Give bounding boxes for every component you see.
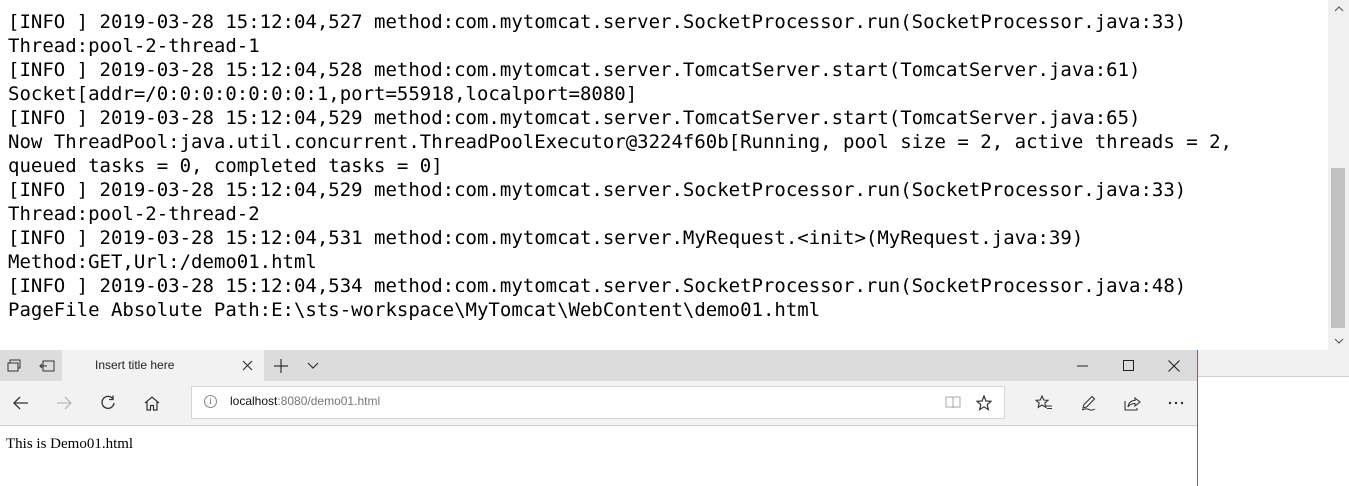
address-bar[interactable]: i localhost:8080/demo01.html bbox=[191, 386, 1005, 419]
log-line: [INFO ] 2019-03-28 15:12:04,534 method:c… bbox=[8, 275, 1187, 297]
background-area bbox=[1198, 350, 1349, 486]
back-arrow-icon[interactable] bbox=[2, 381, 38, 425]
address-url[interactable]: localhost:8080/demo01.html bbox=[230, 394, 380, 408]
console-output: [INFO ] 2019-03-28 15:12:04,527 method:c… bbox=[0, 0, 1349, 350]
log-line: Thread:pool-2-thread-2 bbox=[8, 203, 260, 225]
star-icon[interactable] bbox=[971, 387, 997, 418]
tabs-icon[interactable] bbox=[0, 350, 28, 381]
refresh-icon[interactable] bbox=[90, 381, 126, 425]
pen-icon[interactable] bbox=[1070, 381, 1106, 425]
browser-window: Insert title here i localhost:8080/demo0… bbox=[0, 350, 1198, 486]
log-line: [INFO ] 2019-03-28 15:12:04,527 method:c… bbox=[8, 11, 1187, 33]
log-line: [INFO ] 2019-03-28 15:12:04,528 method:c… bbox=[8, 59, 1141, 81]
log-line: [INFO ] 2019-03-28 15:12:04,531 method:c… bbox=[8, 227, 1084, 249]
log-line: PageFile Absolute Path:E:\sts-workspace\… bbox=[8, 299, 821, 321]
address-host: localhost bbox=[230, 394, 278, 408]
more-icon[interactable] bbox=[1158, 381, 1194, 425]
title-bar: Insert title here bbox=[0, 350, 1197, 381]
log-line: Method:GET,Url:/demo01.html bbox=[8, 251, 317, 273]
log-line: [INFO ] 2019-03-28 15:12:04,529 method:c… bbox=[8, 179, 1187, 201]
page-content: This is Demo01.html bbox=[0, 426, 1197, 486]
tab-preview-icon[interactable] bbox=[33, 350, 61, 381]
info-icon[interactable]: i bbox=[204, 395, 217, 408]
address-path: :8080/demo01.html bbox=[277, 394, 381, 408]
forward-arrow-icon[interactable] bbox=[46, 381, 82, 425]
chevron-down-icon[interactable] bbox=[300, 350, 326, 381]
chevron-down-icon[interactable] bbox=[1328, 332, 1349, 350]
share-icon[interactable] bbox=[1114, 381, 1150, 425]
background-strip bbox=[1198, 350, 1349, 377]
maximize-icon[interactable] bbox=[1105, 350, 1151, 381]
console-scrollbar[interactable] bbox=[1328, 0, 1349, 350]
log-line: Socket[addr=/0:0:0:0:0:0:0:1,port=55918,… bbox=[8, 83, 638, 105]
minimize-icon[interactable] bbox=[1059, 350, 1105, 381]
scrollbar-thumb[interactable] bbox=[1331, 168, 1345, 328]
browser-tab[interactable]: Insert title here bbox=[62, 350, 264, 381]
close-icon[interactable] bbox=[236, 354, 258, 376]
book-icon[interactable] bbox=[940, 387, 966, 418]
console-text[interactable]: [INFO ] 2019-03-28 15:12:04,527 method:c… bbox=[8, 10, 1323, 322]
tab-title: Insert title here bbox=[95, 358, 175, 372]
log-line: Thread:pool-2-thread-1 bbox=[8, 35, 260, 57]
favorites-icon[interactable] bbox=[1026, 381, 1062, 425]
page-text: This is Demo01.html bbox=[6, 436, 134, 452]
log-line: [INFO ] 2019-03-28 15:12:04,529 method:c… bbox=[8, 107, 1141, 129]
navigation-bar: i localhost:8080/demo01.html bbox=[0, 381, 1197, 426]
log-line: Now ThreadPool:java.util.concurrent.Thre… bbox=[8, 131, 1232, 153]
log-line: queued tasks = 0, completed tasks = 0] bbox=[8, 155, 443, 177]
close-window-icon[interactable] bbox=[1151, 350, 1197, 381]
chevron-up-icon[interactable] bbox=[1328, 0, 1349, 18]
plus-icon[interactable] bbox=[268, 350, 294, 381]
home-icon[interactable] bbox=[134, 381, 170, 425]
